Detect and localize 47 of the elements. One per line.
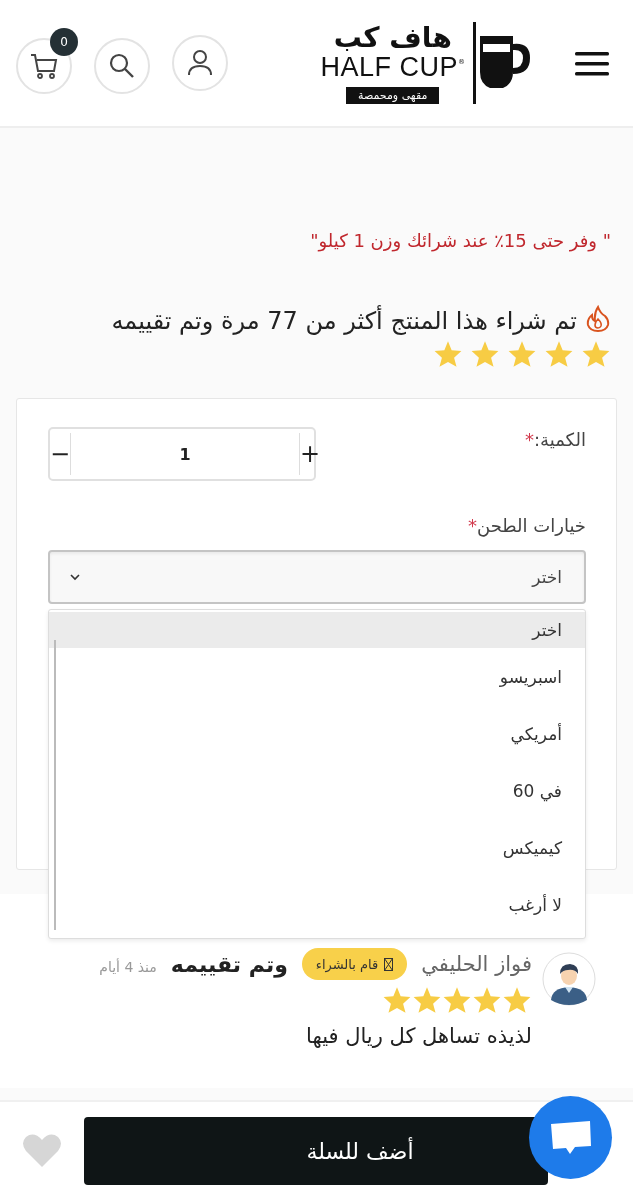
dropdown-option[interactable]: كيميكس (49, 819, 585, 876)
star-icon (442, 986, 472, 1014)
flame-icon (585, 305, 611, 333)
logo-tagline: مقهى ومحمصة (346, 86, 440, 104)
star-icon (382, 986, 412, 1014)
search-button[interactable] (94, 38, 150, 94)
grind-options-label: خيارات الطحن* (467, 515, 586, 536)
star-icon (470, 340, 500, 368)
review-comment: لذيذه تساهل كل ريال فيها (305, 1024, 532, 1048)
add-to-cart-button[interactable]: أضف للسلة (84, 1117, 548, 1185)
cup-logo-icon (473, 22, 533, 104)
star-icon (472, 986, 502, 1014)
logo-name: HALF CUP (320, 52, 458, 81)
account-icon (187, 49, 213, 77)
star-icon (507, 340, 537, 368)
logo-arabic-name: هاف كب (333, 22, 452, 53)
missing-glyph-icon (384, 957, 394, 971)
star-icon (544, 340, 574, 368)
cart-button[interactable] (16, 38, 72, 94)
menu-icon[interactable] (575, 51, 609, 77)
review-time: منذ 4 أيام (99, 959, 157, 975)
dropdown-option[interactable]: أمريكي (49, 705, 585, 762)
avatar-icon (542, 952, 596, 1006)
dropdown-option[interactable]: لا أرغب (49, 876, 585, 933)
account-button[interactable] (172, 35, 228, 91)
quantity-field[interactable]: 1 (70, 433, 301, 475)
heart-icon (22, 1133, 62, 1169)
star-icon (502, 986, 532, 1014)
promo-text: " وفر حتى 15٪ عند شرائك وزن 1 كيلو" (309, 229, 611, 254)
dropdown-option[interactable]: اختر (49, 612, 585, 648)
quantity-stepper[interactable]: − 1 + (48, 427, 316, 481)
popularity-text: تم شراء هذا المنتج أكثر من 77 مرة وتم تقييمه (111, 307, 577, 335)
quantity-label: الكمية:* (525, 429, 586, 450)
star-icon (581, 340, 611, 368)
cart-count-badge: 0 (50, 28, 78, 56)
grind-select[interactable]: اختر (48, 550, 586, 604)
cart-icon (30, 52, 58, 80)
dropdown-option[interactable]: في 60 (49, 762, 585, 819)
decrement-button[interactable]: − (50, 434, 71, 474)
caret-icon (68, 572, 82, 582)
badge-text: قام بالشراء (315, 956, 379, 972)
star-icon (412, 986, 442, 1014)
rated-text: وتم تقييمه (170, 951, 288, 977)
search-icon (109, 53, 135, 79)
dropdown-option[interactable]: اسبريسو (49, 648, 585, 705)
star-icon (433, 340, 463, 368)
reviewer-name: فواز الحليفي (421, 952, 532, 976)
